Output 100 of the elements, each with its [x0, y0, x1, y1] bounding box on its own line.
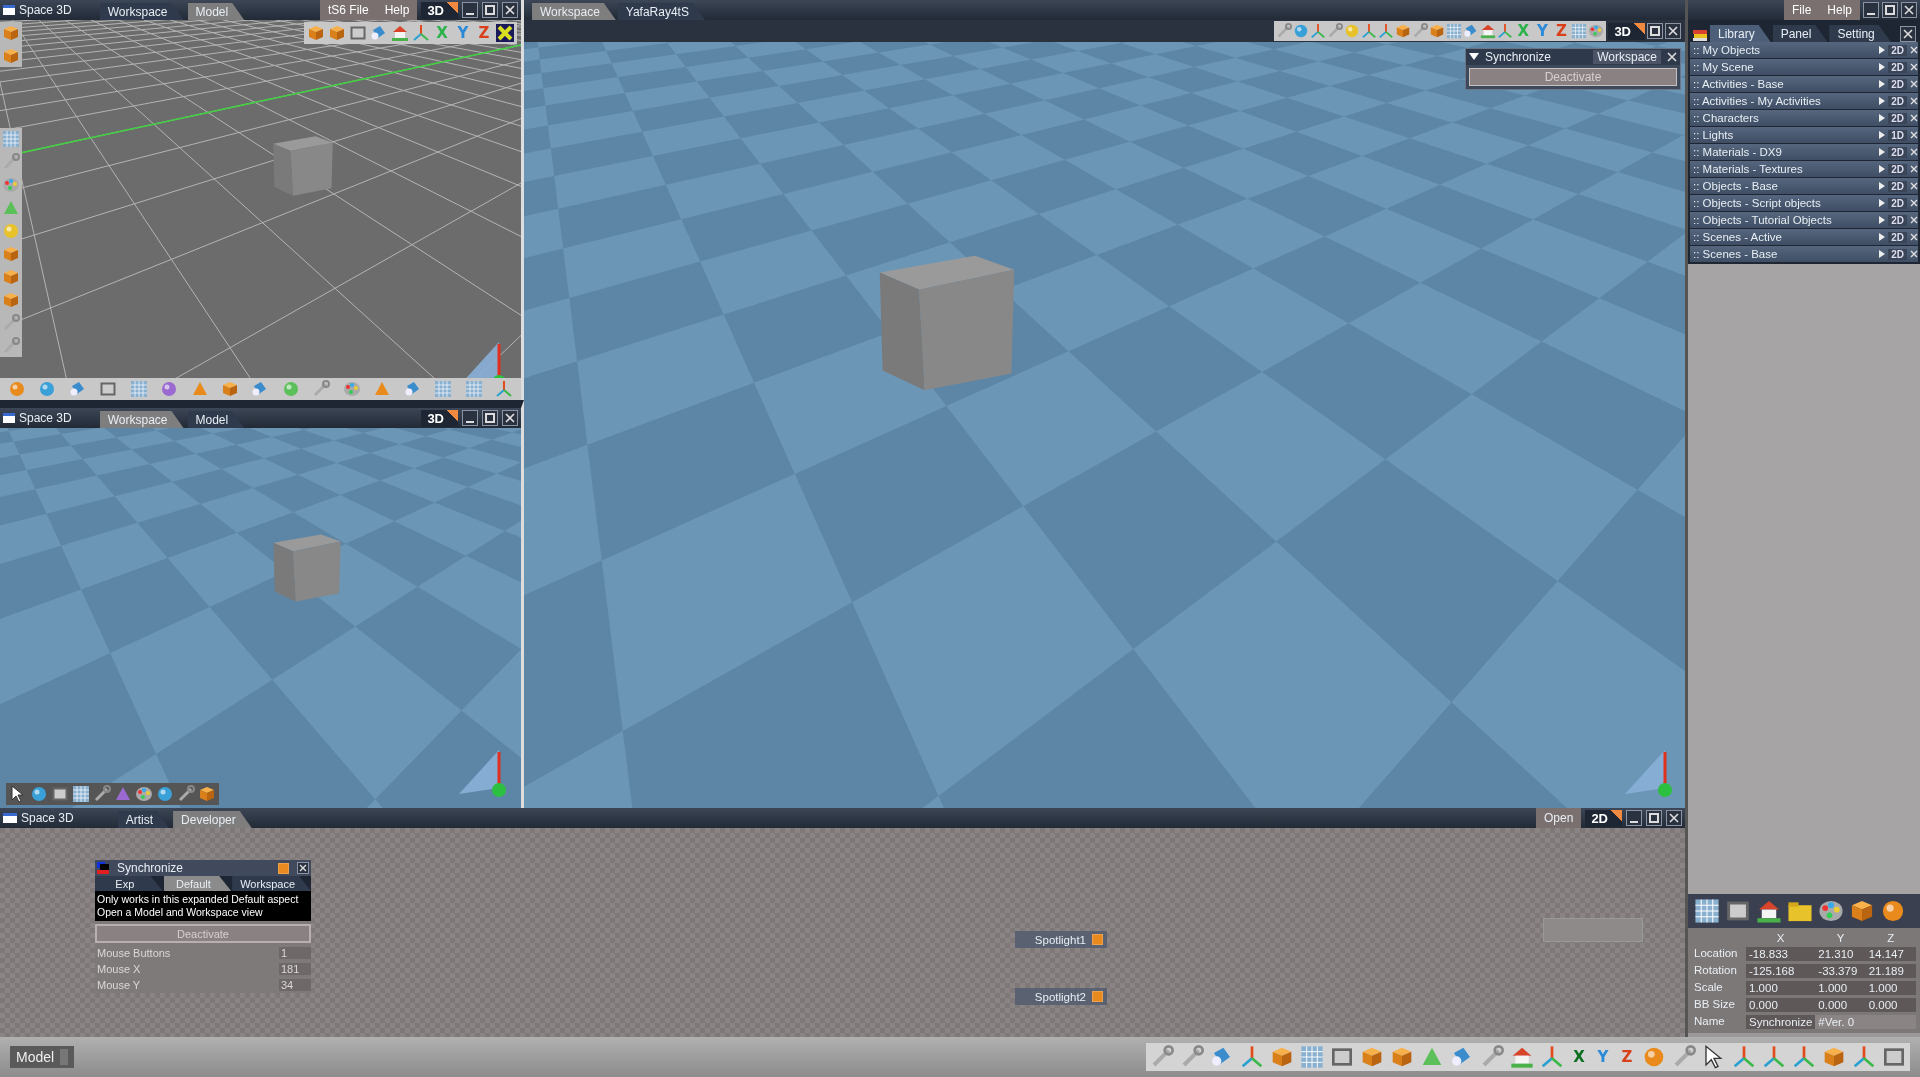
- library-row[interactable]: :: Activities - My Activities 2D: [1690, 93, 1918, 109]
- close-icon[interactable]: [1667, 52, 1677, 62]
- param-value[interactable]: 34: [279, 979, 311, 991]
- tab[interactable]: Model: [187, 411, 245, 428]
- view-mode-button[interactable]: 2D: [1888, 78, 1907, 90]
- property-value[interactable]: 0.000: [1815, 998, 1866, 1012]
- cube-icon[interactable]: [1395, 23, 1412, 39]
- play-icon[interactable]: [1879, 46, 1886, 54]
- cube-icon[interactable]: [1429, 23, 1446, 39]
- close-icon[interactable]: [1910, 97, 1918, 105]
- close-button[interactable]: [1901, 2, 1917, 18]
- mode-field[interactable]: Model: [10, 1046, 75, 1068]
- view-mode-button[interactable]: 2D: [1888, 95, 1907, 107]
- property-value[interactable]: -33.379: [1815, 964, 1866, 978]
- view-mode-button[interactable]: 2D: [1888, 163, 1907, 175]
- menu-item[interactable]: Help: [376, 3, 418, 17]
- close-icon[interactable]: [1910, 250, 1918, 258]
- light-node[interactable]: Spotlight1: [1015, 931, 1107, 948]
- library-row[interactable]: :: Materials - DX9 2D: [1690, 144, 1918, 160]
- view-mode-button[interactable]: 3D: [421, 409, 458, 427]
- color-swatch[interactable]: [278, 862, 289, 874]
- color-swatch[interactable]: [1092, 991, 1103, 1002]
- property-value[interactable]: 14.147: [1865, 947, 1916, 961]
- play-icon[interactable]: [1879, 250, 1886, 258]
- synchronize-node[interactable]: Synchronize Exp Default Workspace Only works in this expanded Default aspect Open a Model and Workspace view Deactivate Mouse Buttons 1 Mouse X 181 Mouse Y 34: [95, 860, 311, 993]
- view-mode-button[interactable]: 2D: [1585, 809, 1622, 827]
- menu-item[interactable]: Help: [1819, 3, 1860, 17]
- cone-icon[interactable]: [114, 785, 132, 803]
- axis-button[interactable]: X: [1570, 1048, 1588, 1066]
- property-value[interactable]: 21.189: [1865, 964, 1916, 978]
- property-value[interactable]: 1.000: [1815, 981, 1866, 995]
- view-mode-button[interactable]: 2D: [1888, 197, 1907, 209]
- axes-icon[interactable]: [1310, 23, 1327, 39]
- maximize-button[interactable]: [482, 410, 498, 426]
- minimize-button[interactable]: [462, 410, 478, 426]
- play-icon[interactable]: [1879, 233, 1886, 241]
- close-icon[interactable]: [1910, 165, 1918, 173]
- tab[interactable]: Model: [187, 3, 245, 20]
- library-row[interactable]: :: Scenes - Active 2D: [1690, 229, 1918, 245]
- library-row[interactable]: :: Materials - Textures 2D: [1690, 161, 1918, 177]
- view-mode-button[interactable]: 2D: [1888, 112, 1907, 124]
- axes-icon[interactable]: [1792, 1045, 1816, 1069]
- close-icon[interactable]: [1910, 80, 1918, 88]
- library-row[interactable]: :: Objects - Tutorial Objects 2D: [1690, 212, 1918, 228]
- sphere-icon[interactable]: [30, 785, 48, 803]
- cube-icon[interactable]: [198, 785, 216, 803]
- close-button[interactable]: [502, 410, 518, 426]
- play-icon[interactable]: [1879, 182, 1886, 190]
- house-icon[interactable]: [1480, 23, 1497, 39]
- play-icon[interactable]: [1879, 97, 1886, 105]
- play-icon[interactable]: [1879, 80, 1886, 88]
- property-value[interactable]: -125.168: [1746, 964, 1816, 978]
- library-row[interactable]: :: Activities - Base 2D: [1690, 76, 1918, 92]
- view-mode-button[interactable]: 2D: [1888, 231, 1907, 243]
- param-value[interactable]: 1: [279, 947, 311, 959]
- library-row[interactable]: :: Characters 2D: [1690, 110, 1918, 126]
- view-mode-button[interactable]: 3D: [421, 1, 458, 19]
- close-button[interactable]: [1900, 26, 1916, 42]
- tab[interactable]: YafaRay4tS: [617, 3, 705, 20]
- view-mode-button[interactable]: 2D: [1888, 61, 1907, 73]
- tab[interactable]: Workspace: [99, 3, 184, 20]
- close-icon[interactable]: [1910, 131, 1918, 139]
- axes-icon[interactable]: [495, 380, 514, 398]
- sphere-icon[interactable]: [1880, 898, 1906, 924]
- minimize-button[interactable]: [462, 2, 478, 18]
- library-row[interactable]: :: My Scene 2D: [1690, 59, 1918, 75]
- library-row[interactable]: :: My Objects 2D: [1690, 42, 1918, 58]
- axes-icon[interactable]: [1497, 23, 1514, 39]
- light-node[interactable]: Spotlight2: [1015, 988, 1107, 1005]
- house-icon[interactable]: [391, 24, 409, 42]
- tab[interactable]: Setting: [1829, 25, 1891, 42]
- play-icon[interactable]: [1879, 114, 1886, 122]
- view-mode-button[interactable]: 3D: [1608, 22, 1645, 40]
- play-icon[interactable]: [1879, 131, 1886, 139]
- axes-icon[interactable]: [1540, 1045, 1564, 1069]
- axes-icon[interactable]: [1852, 1045, 1876, 1069]
- view-mode-button[interactable]: 2D: [1888, 44, 1907, 56]
- cube-icon[interactable]: [1360, 1045, 1384, 1069]
- menu-item[interactable]: File: [1783, 3, 1820, 17]
- view-mode-button[interactable]: 2D: [1888, 214, 1907, 226]
- property-value[interactable]: 0.000: [1865, 998, 1916, 1012]
- tab[interactable]: Developer: [173, 811, 252, 828]
- cube-icon[interactable]: [1390, 1045, 1414, 1069]
- house-icon[interactable]: [1756, 898, 1782, 924]
- tab[interactable]: Exp: [95, 876, 163, 891]
- name-field[interactable]: Synchronize: [1746, 1015, 1816, 1029]
- close-icon[interactable]: [1910, 182, 1918, 190]
- property-value[interactable]: 0.000: [1746, 998, 1816, 1012]
- grid-icon[interactable]: [1694, 898, 1720, 924]
- frame-icon[interactable]: [99, 380, 118, 398]
- palette-icon[interactable]: [1818, 898, 1844, 924]
- axes-icon[interactable]: [1240, 1045, 1264, 1069]
- close-icon[interactable]: [1910, 63, 1918, 71]
- grid-icon[interactable]: [72, 785, 90, 803]
- play-icon[interactable]: [1879, 165, 1886, 173]
- axes-icon[interactable]: [1732, 1045, 1756, 1069]
- library-row[interactable]: :: Scenes - Base 2D: [1690, 246, 1918, 262]
- minimize-button[interactable]: [1863, 2, 1879, 18]
- property-value[interactable]: 1.000: [1746, 981, 1816, 995]
- color-swatch[interactable]: [1092, 934, 1103, 945]
